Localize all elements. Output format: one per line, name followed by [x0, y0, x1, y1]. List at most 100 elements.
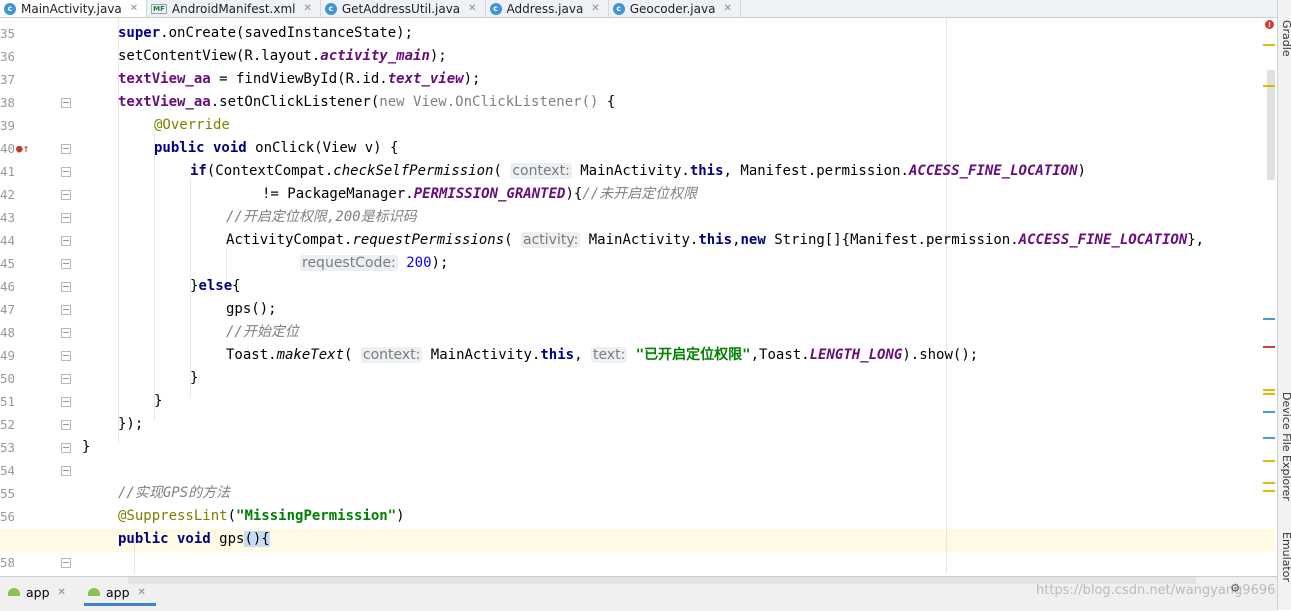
code-line-42: != PackageManager.PERMISSION_GRANTED){//…	[262, 186, 698, 202]
fold-marker[interactable]	[61, 213, 71, 223]
class-icon: c	[612, 2, 625, 15]
fold-marker[interactable]	[61, 466, 71, 476]
line-number: 47	[0, 302, 14, 317]
indent-guide	[134, 538, 135, 574]
info-marker[interactable]	[1263, 411, 1275, 413]
line-number: 44	[0, 233, 14, 248]
watermark: https://blog.csdn.net/wangyang9696	[1036, 583, 1276, 598]
line-number: 41	[0, 164, 14, 179]
info-marker[interactable]	[1263, 437, 1275, 439]
code-comment: //实现GPS的方法	[118, 485, 231, 501]
run-tab-app-2[interactable]: app ✕	[84, 581, 156, 606]
code-line-36: setContentView(R.layout.activity_main);	[118, 48, 447, 64]
code-line-48: //开始定位	[226, 321, 299, 344]
fold-marker[interactable]	[61, 305, 71, 315]
fold-marker[interactable]	[61, 443, 71, 453]
line-number: 35	[0, 26, 14, 41]
close-icon[interactable]: ✕	[591, 3, 599, 14]
close-icon[interactable]: ✕	[130, 3, 138, 14]
line-number: 37	[0, 72, 14, 87]
warning-marker[interactable]	[1263, 482, 1275, 484]
code-line-50: }	[190, 370, 199, 386]
close-icon[interactable]: ✕	[138, 587, 146, 598]
code-line-53: }	[82, 439, 91, 455]
code-line-40: public void onClick(View v) {	[154, 140, 399, 156]
run-tab-label: app	[106, 584, 130, 600]
fold-marker[interactable]	[61, 374, 71, 384]
line-number: 46	[0, 279, 14, 294]
code-line-45: requestCode: 200);	[300, 255, 449, 271]
code-line-41: if(ContextCompat.checkSelfPermission( co…	[190, 163, 1086, 179]
error-marker[interactable]	[1263, 346, 1275, 348]
code-line-43: //开启定位权限,200是标识码	[226, 206, 417, 229]
close-icon[interactable]: ✕	[303, 3, 311, 14]
string-literal: "已开启定位权限"	[635, 347, 751, 363]
info-marker[interactable]	[1263, 318, 1275, 320]
fold-marker[interactable]	[61, 558, 71, 568]
fold-marker[interactable]	[61, 259, 71, 269]
fold-marker[interactable]	[61, 351, 71, 361]
code-line-44: ActivityCompat.requestPermissions( activ…	[226, 232, 1205, 248]
fold-marker[interactable]	[61, 167, 71, 177]
warning-marker[interactable]	[1263, 389, 1275, 391]
line-number: 39	[0, 118, 14, 133]
fold-marker[interactable]	[61, 328, 71, 338]
fold-marker[interactable]	[61, 144, 71, 154]
param-hint: context:	[510, 163, 572, 179]
tab-label: GetAddressUtil.java	[341, 1, 461, 16]
fold-marker[interactable]	[61, 397, 71, 407]
close-icon[interactable]: ✕	[58, 587, 66, 598]
line-number: 51	[0, 394, 14, 409]
code-line-52: });	[118, 416, 144, 432]
warning-marker[interactable]	[1263, 85, 1275, 87]
device-file-explorer-button[interactable]: Device File Explorer	[1280, 392, 1291, 501]
android-icon	[88, 588, 100, 596]
gradle-panel-button[interactable]: Gradle	[1280, 20, 1291, 57]
emulator-button[interactable]: Emulator	[1280, 532, 1291, 582]
gear-icon[interactable]: ⚙	[1231, 580, 1239, 596]
code-line-55: //实现GPS的方法	[118, 482, 230, 505]
close-icon[interactable]: ✕	[468, 3, 476, 14]
line-number: 48	[0, 325, 14, 340]
param-hint: activity:	[521, 232, 581, 248]
fold-marker[interactable]	[61, 98, 71, 108]
code-comment: //开始定位	[226, 324, 299, 340]
fold-marker[interactable]	[61, 190, 71, 200]
tab-mainactivity[interactable]: c MainActivity.java ✕	[0, 0, 148, 17]
warning-marker[interactable]	[1263, 460, 1275, 462]
line-number: 42	[0, 187, 14, 202]
error-icon[interactable]: !	[1265, 20, 1274, 29]
code-comment: //未开启定位权限	[582, 186, 698, 202]
tab-label: AndroidManifest.xml	[171, 1, 296, 16]
line-number: 52	[0, 417, 14, 432]
indent-guide	[154, 133, 155, 421]
warning-marker[interactable]	[1263, 490, 1275, 492]
line-number: 54	[0, 463, 14, 478]
code-editor[interactable]: super.onCreate(savedInstanceState); setC…	[80, 18, 1275, 574]
fold-marker[interactable]	[61, 236, 71, 246]
line-number: 38	[0, 95, 14, 110]
tab-address[interactable]: c Address.java ✕	[486, 0, 609, 17]
warning-marker[interactable]	[1263, 393, 1275, 395]
class-icon: c	[4, 2, 16, 15]
code-line-51: }	[154, 393, 163, 409]
line-number: 45	[0, 256, 14, 271]
tab-getaddressutil[interactable]: c GetAddressUtil.java ✕	[321, 0, 486, 17]
tab-geocoder[interactable]: c Geocoder.java ✕	[609, 0, 741, 17]
override-icon[interactable]: ●↑	[16, 142, 29, 155]
code-line-49: Toast.makeText( context: MainActivity.th…	[226, 347, 979, 363]
fold-marker[interactable]	[61, 282, 71, 292]
fold-marker[interactable]	[61, 420, 71, 430]
tab-label: Address.java	[506, 1, 584, 16]
warning-marker[interactable]	[1263, 44, 1275, 46]
editor-gutter[interactable]: 35 36 37 38 39 40 41 42 43 44 45 46 47 4…	[0, 18, 80, 574]
code-comment: //开启定位权限,200是标识码	[226, 209, 417, 225]
android-icon	[8, 588, 20, 596]
close-icon[interactable]: ✕	[723, 3, 731, 14]
run-tab-app-1[interactable]: app ✕	[8, 581, 66, 603]
line-number: 53	[0, 440, 14, 455]
editor-tab-bar: c MainActivity.java ✕ MF AndroidManifest…	[0, 0, 1277, 18]
tab-label: Geocoder.java	[629, 1, 716, 16]
run-tab-label: app	[26, 584, 50, 600]
tab-androidmanifest[interactable]: MF AndroidManifest.xml ✕	[147, 0, 321, 17]
